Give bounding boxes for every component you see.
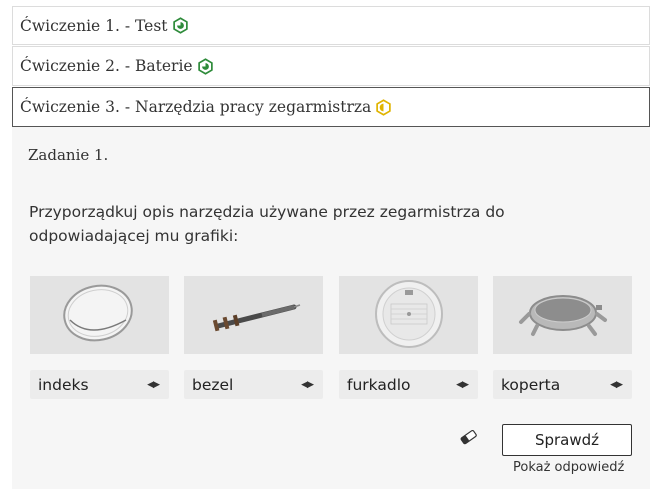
answer-select-2[interactable]: bezel ◀▶	[184, 370, 323, 399]
accordion-item-label: Ćwiczenie 3. - Narzędzia pracy zegarmist…	[20, 98, 372, 116]
hexagon-check-icon	[197, 57, 213, 75]
select-arrows-icon: ◀▶	[147, 379, 160, 390]
screwdriver-image	[184, 276, 323, 354]
check-button[interactable]: Sprawdź	[502, 424, 632, 456]
accordion-item-exercise-3[interactable]: Ćwiczenie 3. - Narzędzia pracy zegarmist…	[12, 87, 650, 127]
select-arrows-icon: ◀▶	[610, 379, 623, 390]
select-value: furkadlo	[347, 375, 411, 394]
dial-image	[339, 276, 478, 354]
task-instruction: Przyporządkuj opis narzędzia używane prz…	[29, 203, 505, 245]
accordion-item-exercise-2[interactable]: Ćwiczenie 2. - Baterie	[12, 46, 650, 86]
select-value: koperta	[501, 375, 561, 394]
accordion-item-exercise-1[interactable]: Ćwiczenie 1. - Test	[12, 6, 650, 45]
eraser-icon[interactable]	[458, 429, 478, 445]
watch-case-image	[493, 276, 632, 354]
answer-select-4[interactable]: koperta ◀▶	[493, 370, 632, 399]
select-arrows-icon: ◀▶	[456, 379, 469, 390]
exercise-panel: Zadanie 1. Przyporządkuj opis narzędzia …	[12, 127, 650, 489]
hexagon-check-icon	[172, 17, 188, 34]
select-value: indeks	[38, 375, 89, 394]
task-title: Zadanie 1.	[28, 146, 109, 164]
accordion-item-label: Ćwiczenie 2. - Baterie	[20, 57, 193, 75]
answer-select-3[interactable]: furkadlo ◀▶	[339, 370, 478, 399]
answer-select-1[interactable]: indeks ◀▶	[30, 370, 169, 399]
watch-glass-image	[30, 276, 169, 354]
accordion-item-label: Ćwiczenie 1. - Test	[20, 16, 168, 35]
select-value: bezel	[192, 375, 234, 394]
hexagon-half-icon	[376, 98, 392, 116]
show-answer-link[interactable]: Pokaż odpowiedź	[513, 460, 624, 475]
select-arrows-icon: ◀▶	[301, 379, 314, 390]
